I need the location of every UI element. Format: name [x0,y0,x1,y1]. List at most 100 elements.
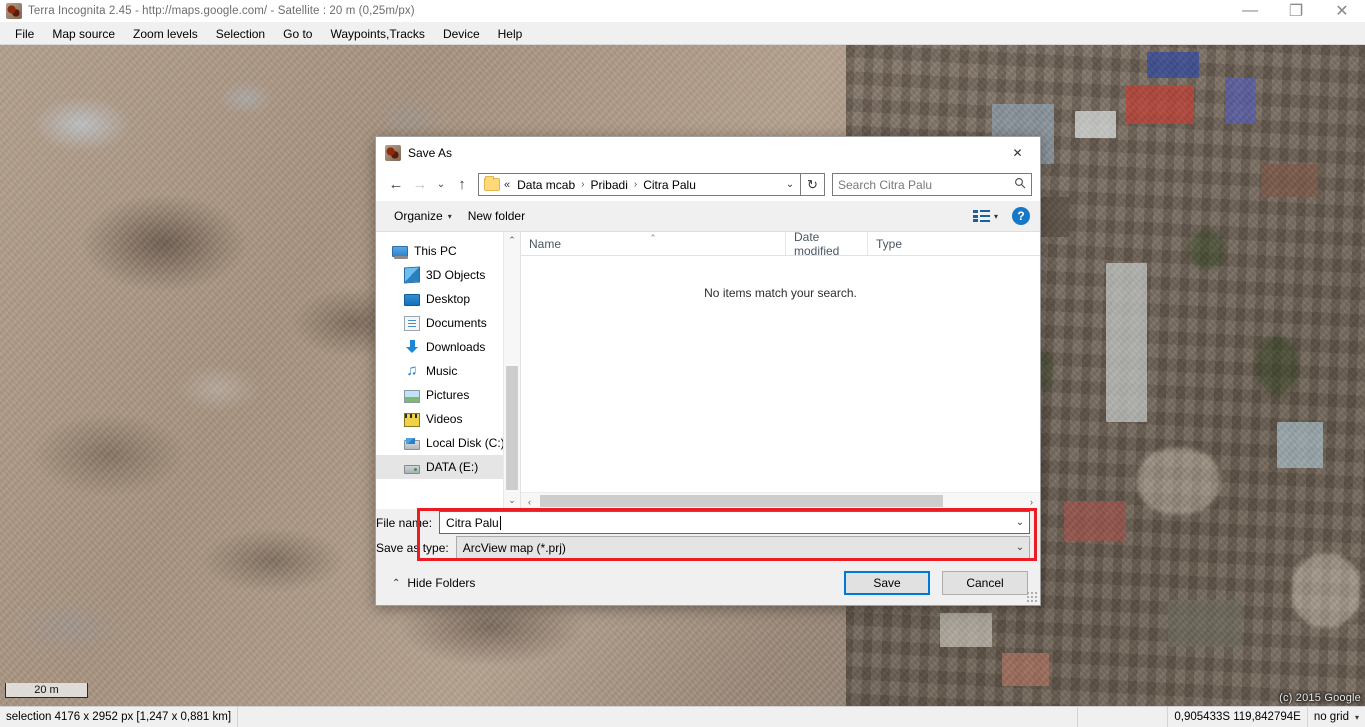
scroll-right-button[interactable]: › [1023,493,1040,510]
close-icon: ✕ [1335,1,1348,21]
scrollbar-thumb[interactable] [506,366,518,490]
window-title: Terra Incognita 2.45 - http://maps.googl… [28,5,415,17]
breadcrumb[interactable]: « Data mcab › Pribadi › Citra Palu ⌄ [478,173,801,196]
column-header-name[interactable]: Name ⌃ [521,232,786,255]
breadcrumb-item-data-mcab[interactable]: Data mcab [514,176,578,194]
status-grid-label: no grid [1314,711,1349,723]
cancel-button[interactable]: Cancel [942,571,1028,595]
file-list-horizontal-scrollbar[interactable]: ‹ › [521,492,1040,509]
nav-item-data-e[interactable]: DATA (E:) [376,455,520,479]
dialog-footer: ⌃ Hide Folders Save Cancel [376,561,1040,605]
save-button-label: Save [873,576,900,590]
dialog-command-bar: Organize ▾ New folder ▾ ? [376,201,1040,232]
file-fields-area: File name: Citra Palu ⌄ Save as type: Ar… [376,509,1040,561]
nav-item-this-pc[interactable]: This PC [376,239,520,263]
menu-item-zoom-levels[interactable]: Zoom levels [124,24,207,44]
nav-item-music[interactable]: ♫ Music [376,359,520,383]
filetype-select[interactable]: ArcView map (*.prj) ⌄ [456,536,1030,559]
filetype-value: ArcView map (*.prj) [457,541,1011,555]
nav-item-local-disk-c[interactable]: Local Disk (C:) [376,431,520,455]
menu-item-selection[interactable]: Selection [207,24,274,44]
save-button[interactable]: Save [844,571,930,595]
column-header-label: Type [876,237,902,251]
view-mode-dropdown-button[interactable]: ▾ [992,212,1004,221]
minimize-button[interactable]: — [1227,0,1273,22]
nav-item-label: This PC [414,244,457,258]
hide-folders-button[interactable]: ⌃ Hide Folders [386,572,481,594]
menu-item-device[interactable]: Device [434,24,489,44]
help-icon[interactable]: ? [1012,207,1030,225]
scroll-left-button[interactable]: ‹ [521,493,538,510]
scroll-up-button[interactable]: ⌃ [504,232,520,249]
refresh-button[interactable]: ↻ [801,173,825,196]
recent-locations-button[interactable]: ⌄ [432,173,450,197]
map-scale-bar: 20 m [5,683,88,698]
back-button[interactable]: ← [384,173,408,197]
up-one-level-button[interactable]: ↑ [450,173,474,197]
scrollbar-track[interactable] [504,249,520,492]
chevron-down-icon: ⌄ [437,179,445,190]
app-icon [6,3,22,19]
nav-item-videos[interactable]: Videos [376,407,520,431]
column-header-label: Date modified [794,230,859,258]
view-mode-icon[interactable] [973,209,990,223]
navigation-pane-scrollbar[interactable]: ⌃ ⌄ [503,232,520,509]
status-grid-selector[interactable]: no grid ▾ [1308,707,1365,727]
nav-item-documents[interactable]: Documents [376,311,520,335]
3d-objects-icon [404,266,420,283]
menu-item-help[interactable]: Help [489,24,532,44]
filename-input[interactable]: Citra Palu ⌄ [439,511,1030,534]
breadcrumb-overflow-icon[interactable]: « [504,179,510,191]
forward-button[interactable]: → [408,173,432,197]
nav-item-3d-objects[interactable]: 3D Objects [376,263,520,287]
sort-ascending-icon: ⌃ [649,233,657,244]
desktop-icon [404,294,420,306]
breadcrumb-dropdown-button[interactable]: ⌄ [780,174,800,195]
videos-icon [404,413,420,427]
view-mode-icon-lines [980,210,990,222]
status-coordinates: 0,905433S 119,842794E [1168,707,1307,727]
menu-item-map-source[interactable]: Map source [43,24,124,44]
window-controls: — ❐ ✕ [1227,0,1365,22]
music-icon: ♫ [404,363,420,379]
nav-item-label: Desktop [426,292,470,306]
pictures-icon [404,390,420,403]
maximize-button[interactable]: ❐ [1273,0,1319,22]
nav-item-downloads[interactable]: Downloads [376,335,520,359]
map-scale-label: 20 m [34,684,58,696]
file-list-pane: Name ⌃ Date modified Type No items match… [521,232,1040,509]
filetype-row: Save as type: ArcView map (*.prj) ⌄ [376,536,1040,559]
file-list-body[interactable]: No items match your search. [521,256,1040,492]
close-icon: ✕ [1012,146,1022,160]
status-selection: selection 4176 x 2952 px [1,247 x 0,881 … [0,707,238,727]
breadcrumb-item-citra-palu[interactable]: Citra Palu [640,176,699,194]
filetype-label: Save as type: [376,541,456,555]
menu-item-go-to[interactable]: Go to [274,24,321,44]
dialog-navigation-bar: ← → ⌄ ↑ « Data mcab › Pribadi › Citra Pa… [376,168,1040,201]
close-button[interactable]: ✕ [1319,0,1365,22]
organize-button[interactable]: Organize ▾ [386,205,460,227]
nav-item-pictures[interactable]: Pictures [376,383,520,407]
column-header-date-modified[interactable]: Date modified [786,232,868,255]
chevron-right-icon: › [1030,497,1033,507]
status-blank-cell [1078,707,1168,727]
search-input[interactable]: Search Citra Palu [832,173,1032,196]
arrow-left-icon: ← [389,176,404,193]
filetype-dropdown-button[interactable]: ⌄ [1011,537,1029,558]
menu-item-waypoints-tracks[interactable]: Waypoints,Tracks [321,24,433,44]
view-controls: ▾ ? [973,207,1030,225]
filename-dropdown-button[interactable]: ⌄ [1011,512,1029,533]
scrollbar-thumb[interactable] [540,495,943,507]
dialog-close-button[interactable]: ✕ [995,137,1040,168]
new-folder-button[interactable]: New folder [460,205,533,227]
breadcrumb-item-pribadi[interactable]: Pribadi [588,176,631,194]
scrollbar-track[interactable] [538,493,1023,509]
scroll-down-button[interactable]: ⌄ [504,492,520,509]
nav-item-desktop[interactable]: Desktop [376,287,520,311]
menu-item-file[interactable]: File [6,24,43,44]
column-header-type[interactable]: Type [868,232,1040,255]
folder-icon [484,178,500,191]
dialog-body: This PC 3D Objects Desktop Documents Dow… [376,232,1040,509]
file-list-header: Name ⌃ Date modified Type [521,232,1040,256]
resize-grip[interactable] [1026,591,1038,603]
